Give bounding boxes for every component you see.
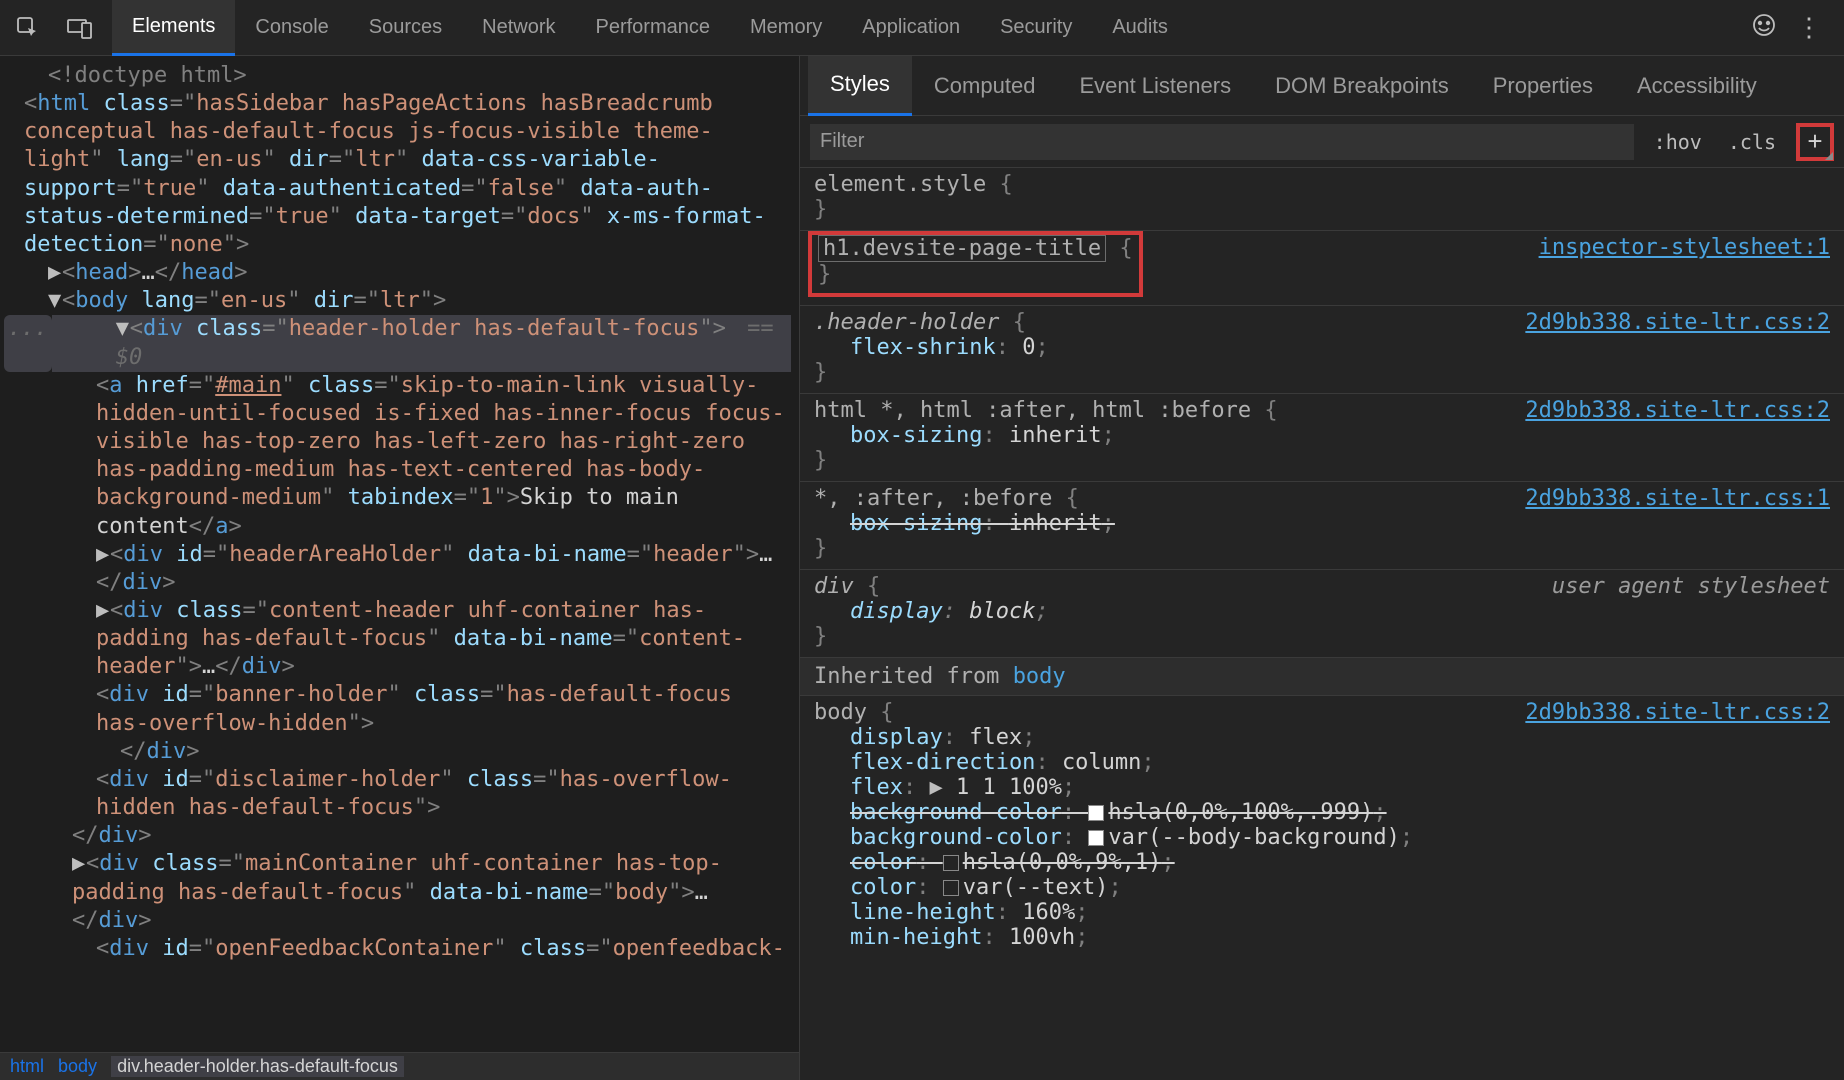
disclaimer-holder-node[interactable]: <div id="disclaimer-holder" class="has-o… <box>8 766 791 822</box>
style-rule[interactable]: 2d9bb338.site-ltr.css:2 html *, html :af… <box>800 394 1844 482</box>
stylesheet-link[interactable]: 2d9bb338.site-ltr.css:2 <box>1525 398 1830 423</box>
tab-elements[interactable]: Elements <box>112 0 235 56</box>
tab-security[interactable]: Security <box>980 0 1092 56</box>
color-swatch-icon[interactable] <box>1088 830 1104 846</box>
style-rule-highlighted[interactable]: inspector-stylesheet:1 h1.devsite-page-t… <box>800 231 1844 306</box>
color-swatch-icon[interactable] <box>1088 805 1104 821</box>
subtab-accessibility[interactable]: Accessibility <box>1615 56 1779 116</box>
stylesheet-link[interactable]: inspector-stylesheet:1 <box>1539 235 1830 260</box>
feedback-container-node[interactable]: <div id="openFeedbackContainer" class="o… <box>8 935 791 963</box>
tab-performance[interactable]: Performance <box>576 0 731 56</box>
tab-console[interactable]: Console <box>235 0 348 56</box>
subtab-dom-breakpoints[interactable]: DOM Breakpoints <box>1253 56 1471 116</box>
style-rule[interactable]: element.style { } <box>800 168 1844 231</box>
body-open-tag[interactable]: ▼<body lang="en-us" dir="ltr"> <box>8 287 791 315</box>
styles-filter-bar: :hov .cls + <box>800 116 1844 168</box>
subtab-properties[interactable]: Properties <box>1471 56 1615 116</box>
inherited-from-header: Inherited from body <box>800 658 1844 696</box>
style-rule[interactable]: 2d9bb338.site-ltr.css:2 .header-holder {… <box>800 306 1844 394</box>
styles-rules-list: element.style { } inspector-stylesheet:1… <box>800 168 1844 1080</box>
toggle-hover-button[interactable]: :hov <box>1648 130 1708 154</box>
subtab-computed[interactable]: Computed <box>912 56 1058 116</box>
doctype-node[interactable]: <!doctype html> <box>48 63 247 88</box>
html-open-tag[interactable]: <html class="hasSidebar hasPageActions h… <box>8 90 791 259</box>
toggle-class-button[interactable]: .cls <box>1722 130 1782 154</box>
main-container-node[interactable]: ▶<div class="mainContainer uhf-container… <box>8 850 791 934</box>
color-swatch-icon[interactable] <box>943 880 959 896</box>
style-rule[interactable]: 2d9bb338.site-ltr.css:2 body { display: … <box>800 696 1844 958</box>
hidden-nodes-indicator[interactable]: ... <box>4 315 52 371</box>
stylesheet-link[interactable]: 2d9bb338.site-ltr.css:2 <box>1525 310 1830 335</box>
style-rule[interactable]: 2d9bb338.site-ltr.css:1 *, :after, :befo… <box>800 482 1844 570</box>
banner-holder-node[interactable]: <div id="banner-holder" class="has-defau… <box>8 681 791 737</box>
tab-sources[interactable]: Sources <box>349 0 462 56</box>
subtab-styles[interactable]: Styles <box>808 56 912 116</box>
tab-memory[interactable]: Memory <box>730 0 842 56</box>
devtools-toolbar: ElementsConsoleSourcesNetworkPerformance… <box>0 0 1844 56</box>
content-header-node[interactable]: ▶<div class="content-header uhf-containe… <box>8 597 791 681</box>
sidebar-tabs: StylesComputedEvent ListenersDOM Breakpo… <box>800 56 1844 116</box>
stylesheet-link[interactable]: 2d9bb338.site-ltr.css:2 <box>1525 700 1830 725</box>
breadcrumb-item[interactable]: html <box>10 1056 44 1077</box>
breadcrumb-item[interactable]: body <box>58 1056 97 1077</box>
inspect-element-icon[interactable] <box>8 8 48 48</box>
feedback-smiley-icon[interactable] <box>1752 13 1776 43</box>
device-toggle-icon[interactable] <box>60 8 100 48</box>
header-area-node[interactable]: ▶<div id="headerAreaHolder" data-bi-name… <box>8 541 791 597</box>
skip-link-node[interactable]: <a href="#main" class="skip-to-main-link… <box>8 372 791 541</box>
tab-network[interactable]: Network <box>462 0 575 56</box>
selected-node[interactable]: ▼<div class="header-holder has-default-f… <box>52 315 791 371</box>
tab-audits[interactable]: Audits <box>1092 0 1188 56</box>
user-agent-label: user agent stylesheet <box>1552 574 1830 599</box>
styles-filter-input[interactable] <box>810 124 1634 160</box>
subtab-event-listeners[interactable]: Event Listeners <box>1057 56 1253 116</box>
breadcrumb-item-selected[interactable]: div.header-holder.has-default-focus <box>111 1056 404 1077</box>
stylesheet-link[interactable]: 2d9bb338.site-ltr.css:1 <box>1525 486 1830 511</box>
tab-application[interactable]: Application <box>842 0 980 56</box>
style-rule-user-agent[interactable]: user agent stylesheet div { display: blo… <box>800 570 1844 658</box>
color-swatch-icon[interactable] <box>943 855 959 871</box>
breadcrumb: html body div.header-holder.has-default-… <box>0 1052 799 1080</box>
more-options-icon[interactable]: ⋮ <box>1796 12 1824 43</box>
elements-dom-tree[interactable]: <!doctype html> <html class="hasSidebar … <box>0 56 799 1052</box>
head-collapsed[interactable]: ▶<head>…</head> <box>8 259 791 287</box>
new-style-rule-button[interactable]: + <box>1796 123 1834 161</box>
